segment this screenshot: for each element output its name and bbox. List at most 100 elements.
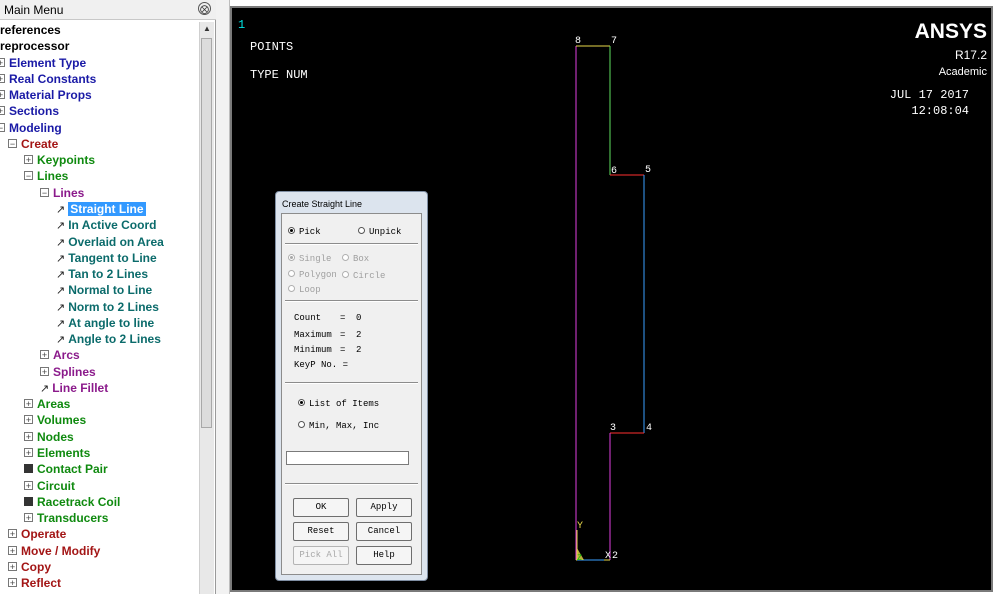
- tree-item-elements[interactable]: + Elements: [24, 445, 90, 461]
- tree-item-real-constants[interactable]: + Real Constants: [0, 71, 96, 87]
- tree-item-circuit[interactable]: + Circuit: [24, 478, 75, 494]
- expand-node-icon[interactable]: +: [8, 578, 17, 588]
- radio-selected-icon: [288, 254, 295, 262]
- scroll-thumb[interactable]: [201, 38, 212, 428]
- tree-item-modeling[interactable]: − Modeling: [0, 120, 62, 136]
- tree-item-line-fillet[interactable]: ↗ Line Fillet: [40, 380, 108, 396]
- tree-item-angle-to-2-lines[interactable]: ↗ Angle to 2 Lines: [56, 331, 161, 347]
- separator: [285, 300, 418, 302]
- expand-node-icon[interactable]: +: [8, 529, 17, 539]
- tree-item-norm-to-2-lines[interactable]: ↗ Norm to 2 Lines: [56, 299, 159, 315]
- expand-node-icon[interactable]: +: [24, 432, 33, 442]
- tree-item-keypoints[interactable]: + Keypoints: [24, 152, 95, 168]
- collapse-icon[interactable]: ⨂: [198, 2, 211, 15]
- expand-node-icon[interactable]: +: [24, 481, 33, 491]
- maximum-value: 2: [356, 330, 362, 340]
- tree-item-reflect[interactable]: + Reflect: [8, 575, 61, 591]
- tree-item-references[interactable]: references: [0, 22, 61, 38]
- tree-item-straight-line[interactable]: ↗ Straight Line: [56, 201, 146, 217]
- plot-date: JUL 17 2017: [889, 88, 969, 102]
- tree-item-tangent-to-line[interactable]: ↗ Tangent to Line: [56, 250, 157, 266]
- keypoint-input[interactable]: [286, 451, 409, 465]
- expand-node-icon[interactable]: +: [0, 106, 5, 116]
- expand-node-icon[interactable]: +: [0, 58, 5, 68]
- radio-selected-icon: [298, 399, 305, 407]
- tree-item-sections[interactable]: + Sections: [0, 103, 59, 119]
- pick-all-button[interactable]: Pick All: [293, 546, 349, 565]
- keyp-no-label: KeyP No. =: [294, 360, 349, 370]
- tree-item-label: Contact Pair: [37, 462, 108, 476]
- tree-item-label: Transducers: [37, 511, 109, 525]
- tree-item-element-type[interactable]: + Element Type: [0, 55, 86, 71]
- pick-radio[interactable]: Pick: [288, 227, 321, 237]
- tree-item-move-modify[interactable]: + Move / Modify: [8, 543, 100, 559]
- expand-node-icon[interactable]: +: [0, 74, 5, 84]
- tree-item-contact-pair[interactable]: Contact Pair: [24, 461, 108, 477]
- tree-item-areas[interactable]: + Areas: [24, 396, 70, 412]
- tree-item-label: Nodes: [37, 430, 74, 444]
- collapse-node-icon[interactable]: −: [40, 188, 49, 198]
- tree-item-reprocessor[interactable]: reprocessor: [0, 38, 69, 54]
- tree-item-lines[interactable]: − Lines: [40, 185, 84, 201]
- expand-node-icon[interactable]: +: [0, 90, 5, 100]
- collapse-node-icon[interactable]: −: [8, 139, 17, 149]
- unpick-radio[interactable]: Unpick: [358, 227, 401, 237]
- tree-item-volumes[interactable]: + Volumes: [24, 412, 86, 428]
- ok-button[interactable]: OK: [293, 498, 349, 517]
- list-of-items-radio[interactable]: List of Items: [298, 399, 379, 409]
- tree-item-lines[interactable]: − Lines: [24, 168, 68, 184]
- tree-item-overlaid-on-area[interactable]: ↗ Overlaid on Area: [56, 234, 164, 250]
- expand-node-icon[interactable]: +: [24, 415, 33, 425]
- scroll-up-arrow-icon[interactable]: ▲: [200, 22, 214, 36]
- help-button[interactable]: Help: [356, 546, 412, 565]
- expand-node-icon[interactable]: +: [8, 546, 17, 556]
- expand-node-icon[interactable]: +: [24, 155, 33, 165]
- tree-item-label: Elements: [37, 446, 91, 460]
- radio-selected-icon: [288, 227, 295, 235]
- collapse-node-icon[interactable]: −: [24, 171, 33, 181]
- expand-node-icon[interactable]: +: [40, 367, 49, 377]
- tree-item-copy[interactable]: + Copy: [8, 559, 51, 575]
- tree-scrollbar[interactable]: ▲: [199, 22, 214, 594]
- single-label: Single: [299, 254, 332, 264]
- expand-node-icon[interactable]: +: [24, 399, 33, 409]
- expand-node-icon[interactable]: +: [40, 350, 49, 360]
- tree-item-normal-to-line[interactable]: ↗ Normal to Line: [56, 282, 152, 298]
- tree-item-create[interactable]: − Create: [8, 136, 58, 152]
- tree-item-label: Material Props: [9, 88, 92, 102]
- box-radio: Box: [342, 254, 369, 264]
- tree-item-label: Circuit: [37, 479, 76, 493]
- tree-item-label: Lines: [37, 169, 69, 183]
- reset-button[interactable]: Reset: [293, 522, 349, 541]
- collapse-node-icon[interactable]: −: [0, 123, 5, 133]
- tree-item-label: Areas: [37, 397, 71, 411]
- tree-item-label: Reflect: [21, 576, 62, 590]
- cancel-button[interactable]: Cancel: [356, 522, 412, 541]
- expand-node-icon[interactable]: +: [24, 448, 33, 458]
- min-max-inc-radio[interactable]: Min, Max, Inc: [298, 421, 379, 431]
- circle-label: Circle: [353, 271, 386, 281]
- radio-icon: [342, 254, 349, 262]
- expand-node-icon[interactable]: +: [8, 562, 17, 572]
- tree-item-splines[interactable]: + Splines: [40, 364, 96, 380]
- panel-splitter[interactable]: [216, 0, 230, 594]
- apply-button[interactable]: Apply: [356, 498, 412, 517]
- min-max-inc-label: Min, Max, Inc: [309, 421, 380, 431]
- tree-item-transducers[interactable]: + Transducers: [24, 510, 108, 526]
- tree-item-material-props[interactable]: + Material Props: [0, 87, 92, 103]
- tree-item-tan-to-2-lines[interactable]: ↗ Tan to 2 Lines: [56, 266, 148, 282]
- unpick-label: Unpick: [369, 227, 402, 237]
- tree-item-label: Sections: [9, 104, 60, 118]
- tree-item-in-active-coord[interactable]: ↗ In Active Coord: [56, 217, 156, 233]
- tree-item-at-angle-to-line[interactable]: ↗ At angle to line: [56, 315, 154, 331]
- tool-window-icon: [24, 497, 33, 507]
- tree-item-operate[interactable]: + Operate: [8, 526, 66, 542]
- expand-node-icon[interactable]: +: [24, 513, 33, 523]
- tree-item-nodes[interactable]: + Nodes: [24, 429, 74, 445]
- keypoint-label-7: 7: [611, 36, 617, 47]
- tree-item-racetrack-coil[interactable]: Racetrack Coil: [24, 494, 120, 510]
- plot-time: 12:08:04: [911, 104, 969, 118]
- radio-icon: [298, 421, 305, 429]
- main-menu-tree: references reprocessor + Element Type + Real …: [0, 22, 199, 594]
- tree-item-arcs[interactable]: + Arcs: [40, 347, 80, 363]
